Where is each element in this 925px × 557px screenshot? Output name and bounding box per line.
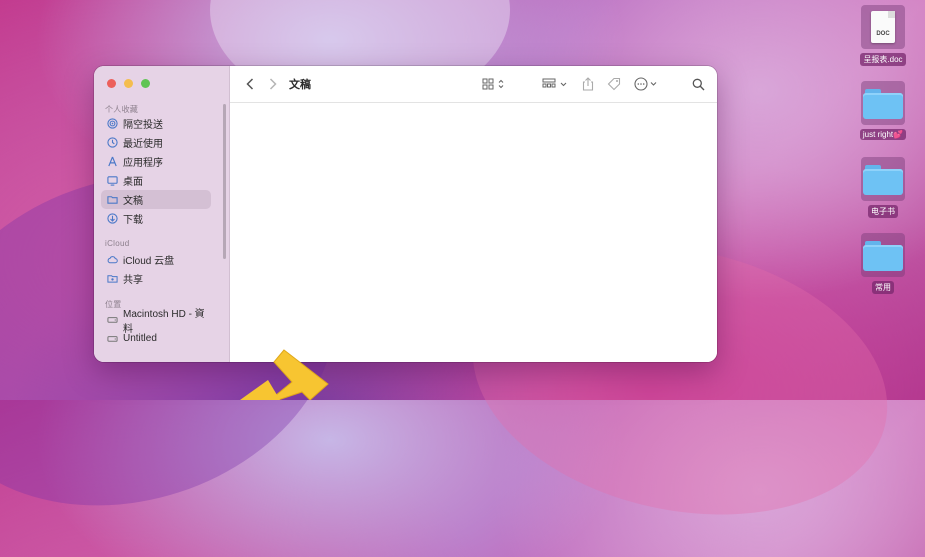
- sidebar-scrollbar[interactable]: [223, 104, 226, 259]
- content-area: 文稿: [230, 66, 717, 362]
- sidebar-item-applications[interactable]: 应用程序: [101, 152, 211, 171]
- share-button[interactable]: [581, 75, 595, 93]
- folder-icon: [861, 81, 905, 125]
- more-icon: [634, 77, 657, 91]
- back-button[interactable]: [244, 75, 256, 93]
- sidebar-item-shared[interactable]: 共享: [101, 269, 211, 288]
- desktop-icon-label: 常用: [872, 281, 894, 294]
- desktop-file-report-doc[interactable]: DOC 呈报表.doc: [851, 5, 915, 66]
- sidebar-item-airdrop[interactable]: 隔空投送: [101, 114, 211, 133]
- forward-button[interactable]: [267, 75, 279, 93]
- back-icon: [246, 78, 254, 90]
- sidebar-item-macintosh-hd[interactable]: Macintosh HD - 資料: [101, 309, 211, 335]
- sidebar-item-untitled[interactable]: Untitled: [101, 329, 211, 348]
- sidebar-item-label: 最近使用: [123, 139, 163, 150]
- cloud-icon: [107, 254, 118, 265]
- section-title-icloud: iCloud: [105, 239, 130, 248]
- document-folder-icon: [107, 194, 118, 205]
- annotation-arrow-icon: [240, 349, 329, 400]
- window-controls: [107, 79, 150, 88]
- download-icon: [107, 213, 118, 224]
- sidebar-item-recents[interactable]: 最近使用: [101, 133, 211, 152]
- group-button[interactable]: [542, 75, 570, 93]
- applications-icon: [107, 156, 118, 167]
- desktop-icon-label: 电子书: [868, 205, 898, 218]
- desktop-icon-label: 呈报表.doc: [860, 53, 906, 66]
- desktop-folder-just-right[interactable]: just right💕: [851, 81, 915, 140]
- disk-icon: [107, 333, 118, 344]
- sidebar-item-label: 文稿: [123, 196, 143, 207]
- disk-icon: [107, 314, 118, 325]
- close-button[interactable]: [107, 79, 116, 88]
- clock-icon: [107, 137, 118, 148]
- desktop-icon: [107, 175, 118, 186]
- toolbar: 文稿: [230, 66, 717, 103]
- view-mode-icon: [482, 78, 504, 90]
- sidebar: 个人收藏 隔空投送 最近使用 应用程序 桌面 文稿 下载 iCloud iClo…: [94, 66, 230, 362]
- share-icon: [582, 77, 594, 91]
- window-title: 文稿: [289, 79, 311, 91]
- tag-icon: [607, 77, 621, 91]
- sidebar-item-desktop[interactable]: 桌面: [101, 171, 211, 190]
- sidebar-item-label: Untitled: [123, 333, 157, 344]
- section-title-locations: 位置: [105, 300, 122, 309]
- forward-icon: [269, 78, 277, 90]
- sidebar-item-documents[interactable]: 文稿: [101, 190, 211, 209]
- search-button[interactable]: [690, 75, 706, 93]
- group-icon: [542, 78, 567, 88]
- doc-file-icon: DOC: [861, 5, 905, 49]
- sidebar-item-label: 隔空投送: [123, 120, 163, 131]
- sidebar-item-label: 桌面: [123, 177, 143, 188]
- sidebar-item-label: 应用程序: [123, 158, 163, 169]
- view-mode-button[interactable]: [482, 75, 508, 93]
- folder-icon: [861, 157, 905, 201]
- sidebar-item-downloads[interactable]: 下载: [101, 209, 211, 228]
- folder-icon: [861, 233, 905, 277]
- more-button[interactable]: [634, 75, 660, 93]
- desktop-icon-label: just right💕: [859, 129, 907, 140]
- minimize-button[interactable]: [124, 79, 133, 88]
- tag-button[interactable]: [606, 75, 622, 93]
- sidebar-item-icloud-drive[interactable]: iCloud 云盘: [101, 250, 211, 269]
- desktop-folder-ebooks[interactable]: 电子书: [851, 157, 915, 218]
- airdrop-icon: [107, 118, 118, 129]
- shared-folder-icon: [107, 273, 118, 284]
- sidebar-item-label: iCloud 云盘: [123, 256, 175, 267]
- finder-window: 个人收藏 隔空投送 最近使用 应用程序 桌面 文稿 下载 iCloud iClo…: [94, 66, 717, 362]
- file-list-empty[interactable]: [230, 103, 717, 362]
- search-icon: [692, 78, 704, 90]
- sidebar-item-label: 共享: [123, 275, 143, 286]
- zoom-button[interactable]: [141, 79, 150, 88]
- sidebar-item-label: 下载: [123, 215, 143, 226]
- desktop-folder-common[interactable]: 常用: [851, 233, 915, 294]
